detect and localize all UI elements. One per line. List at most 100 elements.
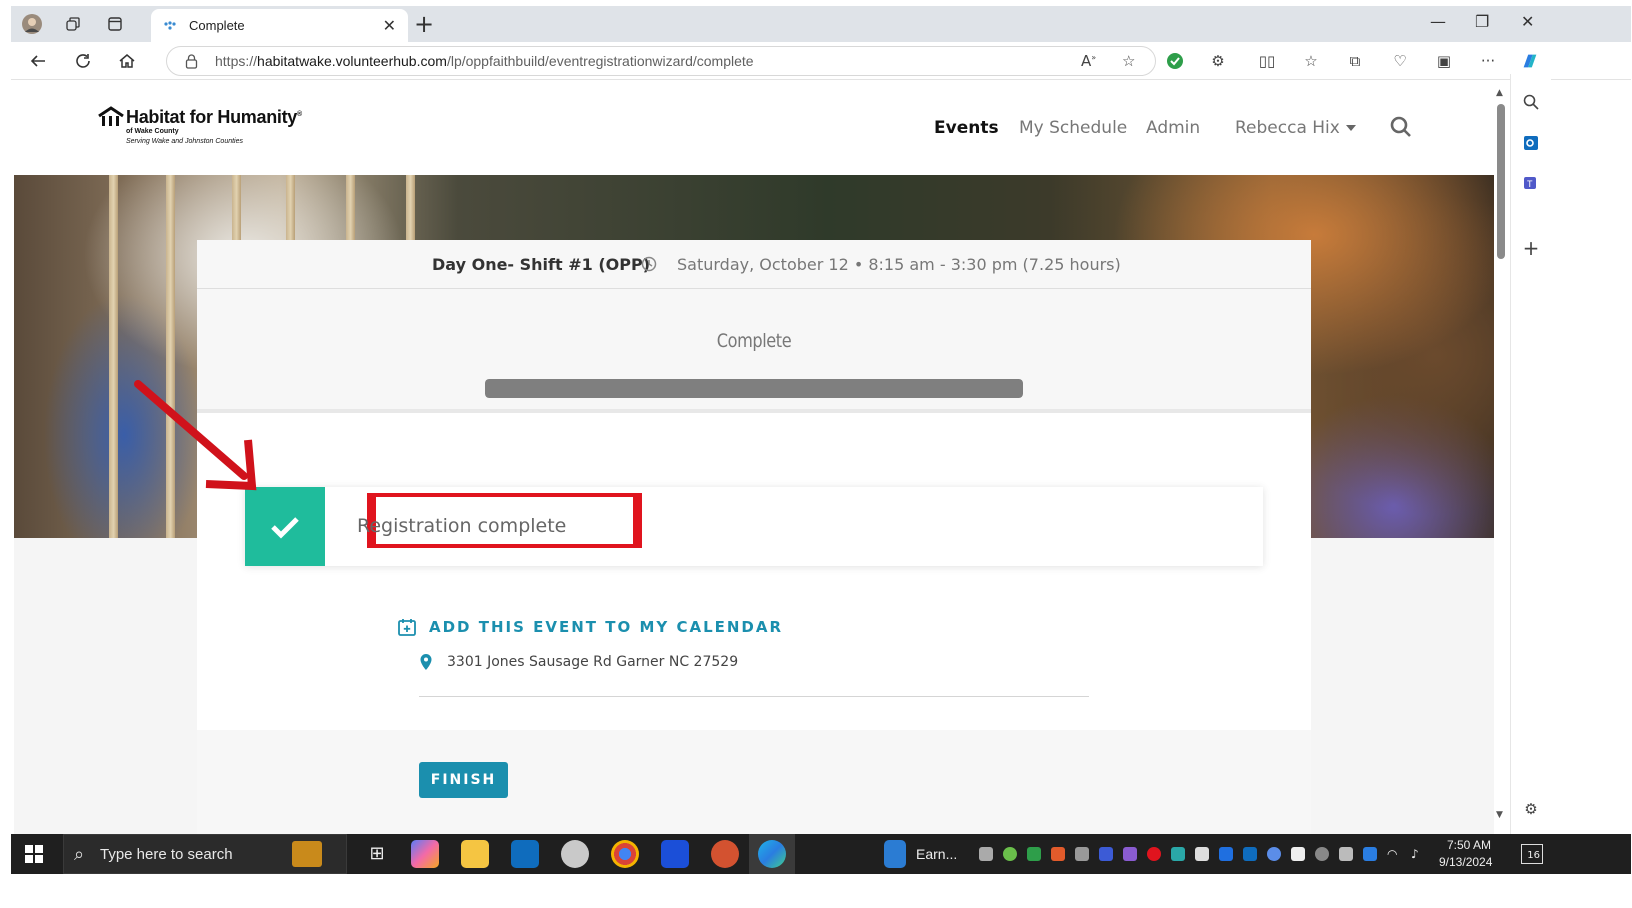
calendar-plus-icon: [398, 619, 416, 636]
alert-message: Registration complete: [357, 515, 567, 537]
site-search-icon[interactable]: [1390, 116, 1412, 138]
tray-app-icon[interactable]: [1267, 847, 1281, 861]
tray-outlook-icon[interactable]: [1243, 847, 1257, 861]
tray-app-icon[interactable]: [1171, 847, 1185, 861]
search-icon: ⌕: [74, 844, 85, 865]
new-tab-icon[interactable]: +: [414, 10, 434, 38]
workspaces-icon[interactable]: [62, 13, 84, 35]
map-pin-icon: [420, 654, 432, 670]
powerpoint-icon[interactable]: [711, 840, 739, 868]
tray-app-icon[interactable]: [1051, 847, 1065, 861]
add-to-calendar-link[interactable]: ADD THIS EVENT TO MY CALENDAR: [397, 615, 783, 639]
webex-icon[interactable]: [661, 840, 689, 868]
sidebar-search-icon[interactable]: [1521, 94, 1541, 114]
scroll-up-icon[interactable]: ▲: [1496, 88, 1503, 98]
task-view-icon[interactable]: ⊞: [363, 840, 391, 868]
finish-button[interactable]: FINISH: [419, 762, 508, 798]
refresh-icon[interactable]: [72, 50, 94, 72]
back-icon[interactable]: [27, 50, 49, 72]
success-alert: Registration complete: [245, 487, 1263, 566]
more-menu-icon[interactable]: ···: [1478, 51, 1498, 71]
minimize-icon[interactable]: —: [1430, 12, 1446, 31]
tray-app-icon[interactable]: [1291, 847, 1305, 861]
event-summary: Day One- Shift #1 (OPP) Saturday, Octobe…: [197, 240, 1311, 289]
clock-icon: [641, 256, 657, 272]
tray-app-icon[interactable]: [1075, 847, 1089, 861]
favorite-star-icon[interactable]: ☆: [1122, 52, 1135, 70]
tray-app-icon[interactable]: [1315, 847, 1329, 861]
teams-icon[interactable]: T: [1521, 174, 1541, 194]
divider: [419, 696, 1089, 697]
card-header: Day One- Shift #1 (OPP) Saturday, Octobe…: [197, 240, 1311, 413]
edge-taskbar-icon[interactable]: [758, 840, 786, 868]
edge-bar-icon[interactable]: ▣: [1434, 51, 1454, 71]
scroll-down-icon[interactable]: ▼: [1496, 810, 1503, 820]
read-aloud-icon[interactable]: A»: [1081, 52, 1096, 70]
habitat-house-logo-icon: [98, 106, 124, 134]
check-extension-icon[interactable]: [1165, 51, 1185, 71]
tray-battery-icon[interactable]: [979, 847, 993, 861]
web-page: Habitat for Humanity® of Wake County Ser…: [14, 80, 1494, 834]
habitat-logo[interactable]: Habitat for Humanity® of Wake County Ser…: [98, 106, 308, 152]
extensions-icon[interactable]: ⚙: [1208, 51, 1228, 71]
logo-tagline: Serving Wake and Johnston Counties: [126, 138, 243, 145]
tray-bluetooth-icon[interactable]: [1219, 847, 1233, 861]
nav-my-schedule[interactable]: My Schedule: [1019, 118, 1127, 138]
taskbar-date[interactable]: 9/13/2024: [1439, 855, 1492, 869]
restore-icon[interactable]: ❐: [1475, 12, 1489, 31]
word-doc-icon[interactable]: [884, 840, 906, 868]
url-field[interactable]: https://habitatwake.volunteerhub.com/lp/…: [166, 46, 1156, 76]
tab-complete[interactable]: Complete ✕: [151, 9, 408, 42]
tray-app-icon[interactable]: [1099, 847, 1113, 861]
chrome-icon[interactable]: [611, 840, 639, 868]
tab-title: Complete: [189, 18, 245, 33]
scroll-thumb[interactable]: [1497, 104, 1505, 259]
tray-app-icon[interactable]: [1003, 847, 1017, 861]
taskbar-time[interactable]: 7:50 AM: [1447, 838, 1491, 852]
sidebar-settings-icon[interactable]: ⚙: [1521, 800, 1541, 820]
nav-events[interactable]: Events: [934, 118, 999, 138]
file-explorer-icon[interactable]: [461, 840, 489, 868]
tray-app-icon[interactable]: [1027, 847, 1041, 861]
event-name: Day One- Shift #1 (OPP): [432, 255, 651, 274]
taskbar-search-placeholder: Type here to search: [100, 846, 233, 863]
notifications-icon[interactable]: 16: [1521, 844, 1543, 864]
tray-onedrive-icon[interactable]: [1363, 847, 1377, 861]
success-check-box: [245, 487, 325, 566]
address-text: 3301 Jones Sausage Rd Garner NC 27529: [447, 654, 739, 670]
collections-icon[interactable]: ⧉: [1345, 51, 1365, 71]
outlook-taskbar-icon[interactable]: [511, 840, 539, 868]
address-bar: https://habitatwake.volunteerhub.com/lp/…: [11, 42, 1631, 80]
nav-user-menu[interactable]: Rebecca Hix: [1235, 118, 1356, 138]
tray-app-icon[interactable]: [1123, 847, 1137, 861]
home-icon[interactable]: [116, 50, 138, 72]
favorites-icon[interactable]: ☆: [1301, 51, 1321, 71]
copilot-taskbar-icon[interactable]: [411, 840, 439, 868]
lock-icon[interactable]: [185, 53, 198, 73]
tray-volume-icon[interactable]: ♪: [1411, 847, 1425, 861]
logo-name: Habitat for Humanity®: [126, 107, 302, 127]
copilot-icon[interactable]: [1520, 51, 1540, 71]
tab-close-icon[interactable]: ✕: [383, 16, 396, 35]
taskbar-window-label[interactable]: Earn...: [916, 846, 957, 862]
site-header: Habitat for Humanity® of Wake County Ser…: [14, 80, 1494, 175]
snipping-tool-icon[interactable]: [561, 840, 589, 868]
windows-taskbar: ⌕ Type here to search ⊞ Earn... ◠ ♪ 7:50…: [11, 834, 1631, 874]
outlook-icon[interactable]: [1521, 134, 1541, 154]
add-sidebar-app-icon[interactable]: +: [1521, 236, 1541, 260]
nav-admin[interactable]: Admin: [1146, 118, 1200, 138]
browser-essentials-icon[interactable]: ♡: [1390, 51, 1410, 71]
event-address: 3301 Jones Sausage Rd Garner NC 27529: [419, 651, 738, 673]
split-screen-icon[interactable]: ▯▯: [1257, 51, 1277, 71]
tray-app-icon[interactable]: [1339, 847, 1353, 861]
page-scrollbar[interactable]: ▲ ▼: [1494, 84, 1508, 824]
close-window-icon[interactable]: ✕: [1521, 12, 1534, 31]
windows-start-icon[interactable]: [25, 845, 43, 863]
tray-wifi-icon[interactable]: ◠: [1387, 847, 1401, 861]
tray-mail-icon[interactable]: [1195, 847, 1209, 861]
tray-app-icon[interactable]: [1147, 847, 1161, 861]
tab-actions-icon[interactable]: [104, 13, 126, 35]
taskbar-search[interactable]: ⌕ Type here to search: [63, 834, 347, 874]
edge-sidebar: T + ⚙: [1510, 74, 1551, 834]
profile-avatar-icon[interactable]: [21, 13, 43, 35]
